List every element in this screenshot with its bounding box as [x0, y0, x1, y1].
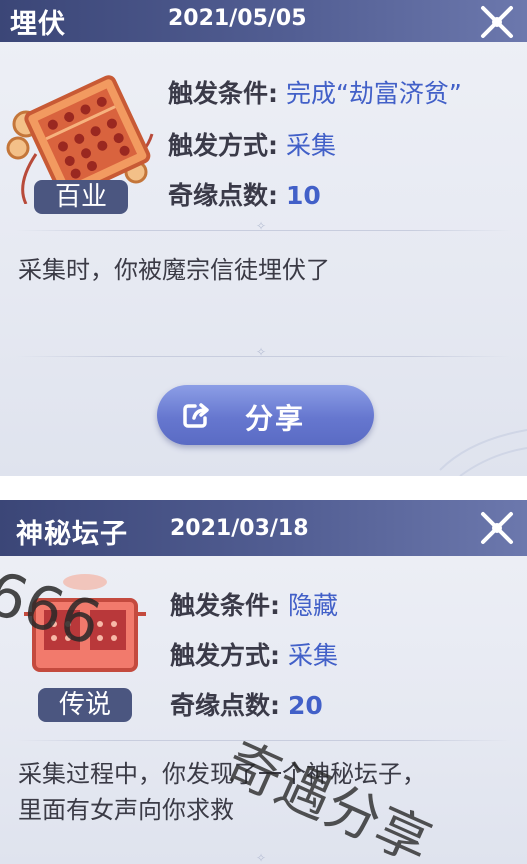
card-title: 埋伏: [10, 9, 66, 40]
category-badge: 百业: [34, 180, 128, 214]
share-label: 分享: [245, 402, 306, 435]
points-value: 20: [287, 691, 323, 720]
divider-ornament-icon: ✧: [255, 345, 267, 359]
points-label: 奇缘点数:: [170, 691, 280, 720]
trigger-condition-value: 隐藏: [287, 591, 338, 620]
event-description: 采集时，你被魔宗信徒埋伏了: [18, 256, 330, 284]
trigger-method-row: 触发方式: 采集: [168, 126, 336, 162]
points-row: 奇缘点数: 10: [168, 176, 321, 212]
trigger-condition-row: 触发条件: 完成“劫富济贫”: [168, 74, 462, 110]
event-description-line: 里面有女声向你求救: [18, 796, 234, 824]
trigger-method-value: 采集: [287, 641, 338, 670]
points-label: 奇缘点数:: [168, 181, 278, 210]
close-icon[interactable]: [467, 0, 527, 52]
trigger-condition-value: 完成“劫富济贫”: [285, 79, 462, 108]
event-description-line: 采集过程中，你发现了一个神秘坛子，: [18, 760, 426, 788]
jar-icon: [20, 564, 150, 684]
trigger-condition-row: 触发条件: 隐藏: [170, 586, 338, 622]
points-value: 10: [285, 181, 321, 210]
trigger-condition-label: 触发条件:: [168, 79, 278, 108]
close-icon[interactable]: [467, 500, 527, 560]
share-button[interactable]: 分享: [157, 385, 374, 445]
card-header: 埋伏 2021/05/05: [0, 0, 527, 42]
adventure-card-mystery-jar: 神秘坛子 2021/03/18 传说 触发条件: 隐藏 触发方式: 采集 奇缘点…: [0, 500, 527, 864]
wave-decoration-icon: [439, 429, 527, 476]
divider-ornament-icon: ✧: [255, 219, 267, 233]
share-icon: [183, 403, 209, 428]
adventure-card-ambush: 埋伏 2021/05/05 百业 触发条件: 完成“劫富济贫” 触发方式: 采集…: [0, 0, 527, 476]
card-date: 2021/03/18: [170, 516, 309, 541]
divider: [16, 740, 511, 741]
category-badge: 传说: [38, 688, 132, 722]
card-title: 神秘坛子: [16, 519, 128, 550]
card-header: 神秘坛子 2021/03/18: [0, 500, 527, 556]
trigger-method-value: 采集: [285, 131, 336, 160]
card-date: 2021/05/05: [168, 6, 307, 31]
trigger-method-row: 触发方式: 采集: [170, 636, 338, 672]
trigger-method-label: 触发方式:: [170, 641, 280, 670]
points-row: 奇缘点数: 20: [170, 686, 323, 722]
trigger-condition-label: 触发条件:: [170, 591, 280, 620]
divider-ornament-icon: ✧: [255, 851, 267, 864]
event-description: 采集过程中，你发现了一个神秘坛子， 里面有女声向你求救: [18, 756, 426, 828]
trigger-method-label: 触发方式:: [168, 131, 278, 160]
